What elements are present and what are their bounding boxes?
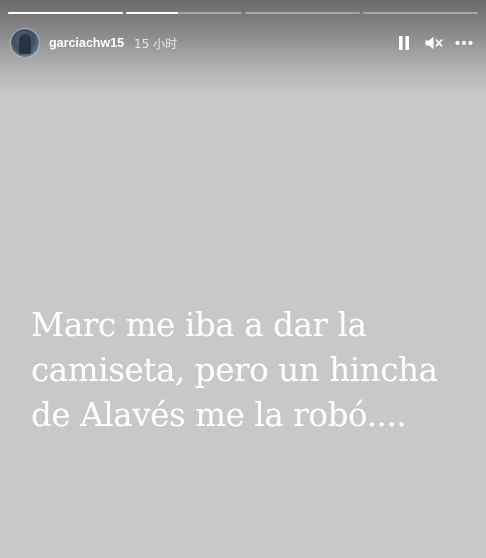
story-viewer[interactable]: garciachw15 15 小时 Marc me iba a dar la c…: [0, 0, 486, 558]
avatar[interactable]: [10, 28, 40, 58]
progress-segment-fill: [8, 12, 124, 14]
mute-button[interactable]: [424, 33, 444, 53]
story-caption-text: Marc me iba a dar la camiseta, pero un h…: [31, 306, 438, 434]
story-header: garciachw15 15 小时: [10, 27, 474, 59]
progress-segment: [126, 12, 242, 14]
story-progress-bar: [8, 12, 478, 14]
more-options-button[interactable]: [454, 33, 474, 53]
progress-segment: [244, 12, 360, 14]
muted-speaker-icon: [425, 36, 443, 50]
more-options-icon: [455, 41, 473, 45]
pause-icon: [399, 36, 409, 50]
pause-button[interactable]: [394, 33, 414, 53]
post-time: 15 小时: [134, 36, 178, 51]
progress-segment-fill: [126, 12, 179, 14]
playback-controls: [394, 33, 474, 53]
progress-segment: [362, 12, 478, 14]
username-link[interactable]: garciachw15: [49, 36, 124, 50]
progress-segment: [8, 12, 124, 14]
